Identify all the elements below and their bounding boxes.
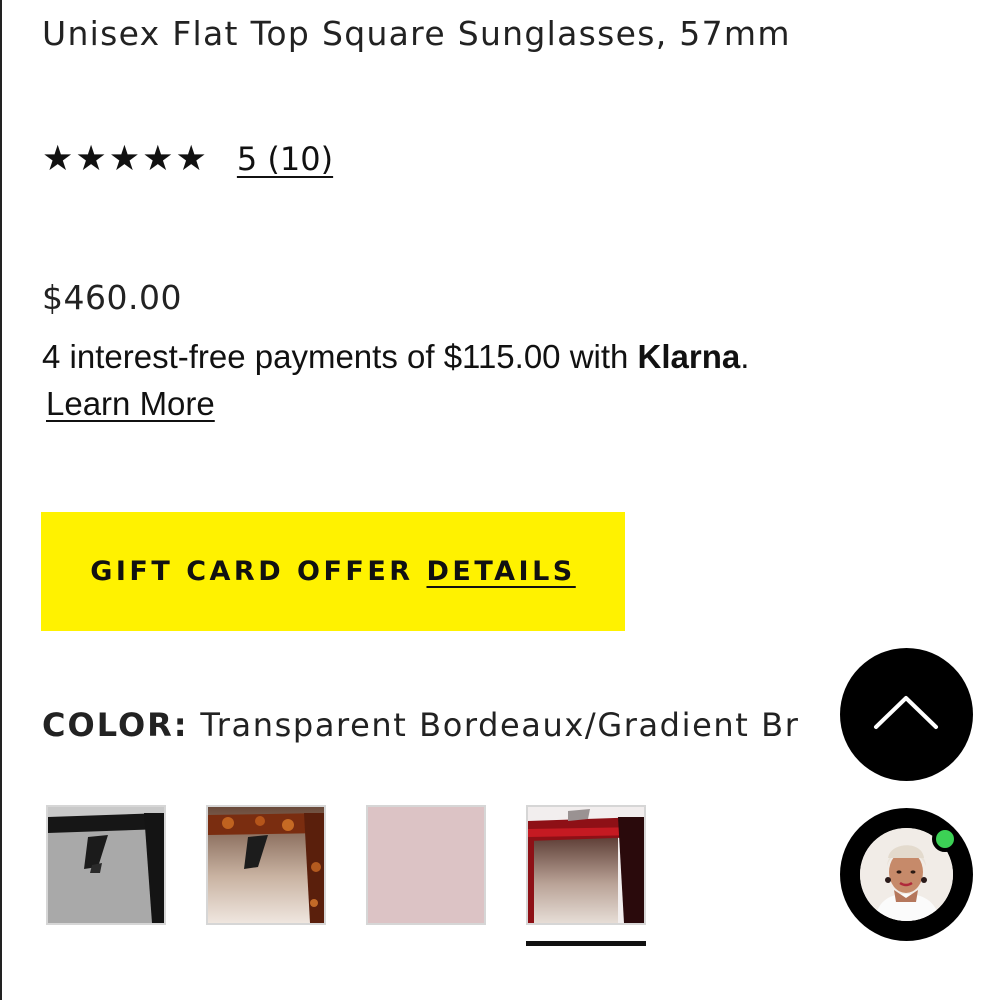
online-status-indicator <box>932 826 958 852</box>
gift-card-offer-text: GIFT CARD OFFER DETAILS <box>90 556 576 587</box>
learn-more-link[interactable]: Learn More <box>46 385 215 423</box>
color-swatch-pink[interactable] <box>366 805 486 925</box>
pink-color-chip <box>368 807 484 923</box>
live-chat-button[interactable] <box>840 808 973 941</box>
gift-card-details-link[interactable]: DETAILS <box>426 556 575 587</box>
color-swatch-tortoise-brown[interactable] <box>206 805 326 925</box>
scroll-to-top-button[interactable] <box>840 648 973 781</box>
color-selector-label: COLOR: Transparent Bordeaux/Gradient Br <box>42 706 799 744</box>
sunglasses-thumbnail-icon <box>48 807 164 923</box>
left-edge-divider <box>0 0 2 1000</box>
product-price: $460.00 <box>42 278 182 317</box>
klarna-installments-text: 4 interest-free payments of $115.00 with <box>42 338 638 375</box>
color-label: COLOR: <box>42 706 189 744</box>
star-rating: ★★★★★ <box>42 139 209 179</box>
klarna-suffix: . <box>740 338 750 375</box>
reviews-link[interactable]: 5 (10) <box>237 138 333 180</box>
color-swatch-transparent-bordeaux[interactable] <box>526 805 646 925</box>
selected-swatch-indicator <box>526 941 646 946</box>
sunglasses-thumbnail-icon <box>208 807 324 923</box>
product-title: Unisex Flat Top Square Sunglasses, 57mm <box>42 14 791 53</box>
klarna-installments: 4 interest-free payments of $115.00 with… <box>42 338 749 376</box>
color-swatch-black-gray[interactable] <box>46 805 166 925</box>
sunglasses-thumbnail-icon <box>528 807 644 923</box>
gift-card-offer-label: GIFT CARD OFFER <box>90 556 427 587</box>
chevron-up-icon <box>874 696 938 729</box>
gift-card-offer-banner[interactable]: GIFT CARD OFFER DETAILS <box>41 512 625 631</box>
color-value: Transparent Bordeaux/Gradient Br <box>200 706 800 744</box>
klarna-logo-text: Klarna <box>637 338 741 375</box>
rating-row: ★★★★★ 5 (10) <box>42 138 333 180</box>
